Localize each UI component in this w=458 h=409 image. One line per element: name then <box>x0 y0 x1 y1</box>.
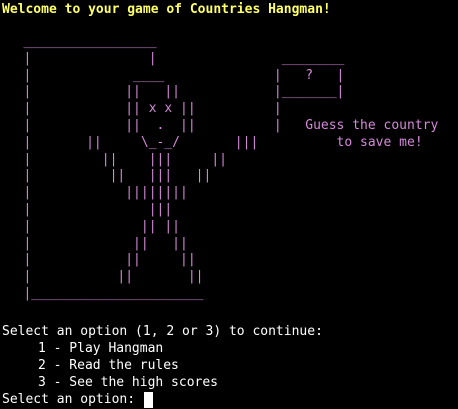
welcome-message: Welcome to your game of Countries Hangma… <box>2 2 331 17</box>
art-line: | || || <box>0 218 181 234</box>
art-line: | ||| <box>0 201 173 217</box>
hangman-ascii-art: _________________ | | ________ | ____ | … <box>0 34 438 303</box>
art-line: | || ||| || <box>0 151 227 167</box>
menu-instruction: Select an option (1, 2 or 3) to continue… <box>2 324 323 339</box>
menu-option-play: 1 - Play Hangman <box>38 341 164 356</box>
art-line: | || . || | Guess the country <box>0 117 439 133</box>
art-line: | || || <box>0 269 204 285</box>
art-line: | || || <box>0 235 188 251</box>
art-line: | | ________ <box>0 50 345 66</box>
art-line: | || || <box>0 252 196 268</box>
option-prompt-label: Select an option: <box>2 392 143 407</box>
art-line: | || ||| || <box>0 168 212 184</box>
art-line: | || \_-_/ ||| to save me! <box>0 134 423 150</box>
text-cursor[interactable] <box>143 391 153 408</box>
art-line: _________________ <box>0 34 157 49</box>
art-line: | || || |_______| <box>0 84 345 100</box>
option-input-line[interactable]: Select an option: <box>2 391 323 408</box>
terminal-window: Welcome to your game of Countries Hangma… <box>0 0 458 409</box>
menu-option-rules: 2 - Read the rules <box>38 358 179 373</box>
art-line: | |||||||| <box>0 185 188 201</box>
art-line: | ____ | ? | <box>0 67 345 83</box>
art-line: | || x x || | <box>0 101 282 117</box>
art-line: |______________________ <box>0 285 204 301</box>
main-menu: Select an option (1, 2 or 3) to continue… <box>2 323 323 408</box>
menu-option-high-scores: 3 - See the high scores <box>38 375 219 390</box>
